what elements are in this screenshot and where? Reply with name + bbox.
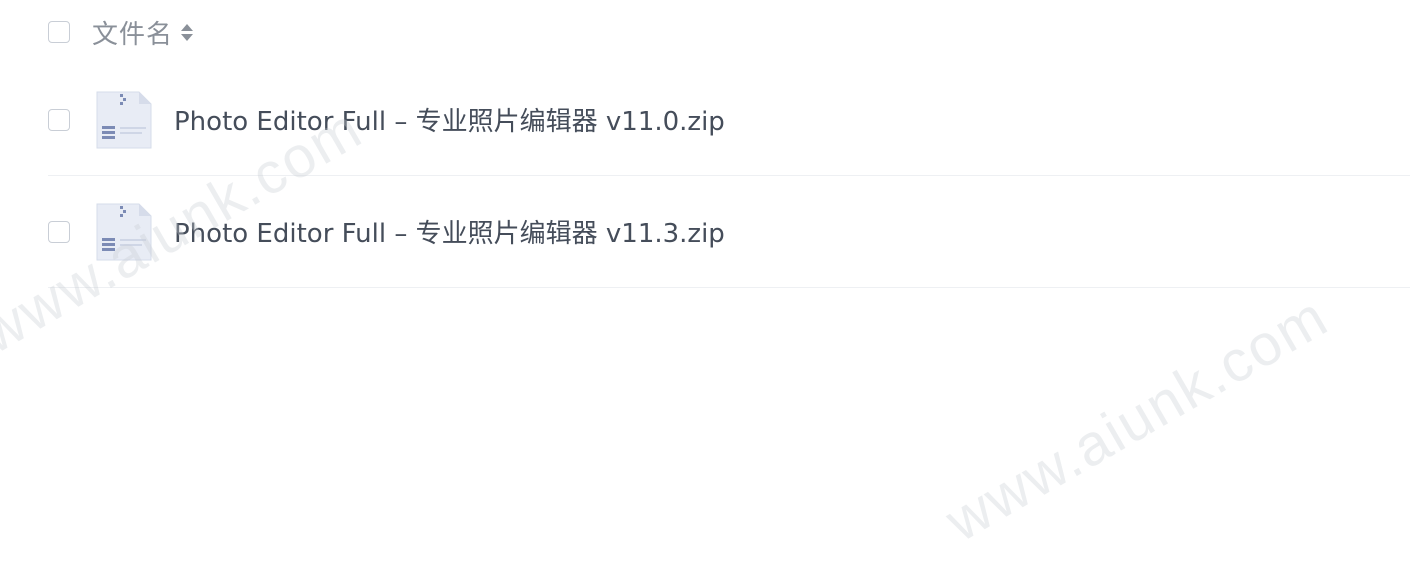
- zip-file-icon: [96, 203, 152, 260]
- file-row[interactable]: Photo Editor Full – 专业照片编辑器 v11.3.zip: [48, 176, 1410, 288]
- watermark-text: www.aiunk.com: [935, 283, 1339, 555]
- file-row[interactable]: Photo Editor Full – 专业照片编辑器 v11.0.zip: [48, 64, 1410, 176]
- select-all-checkbox[interactable]: [48, 21, 70, 43]
- file-checkbox[interactable]: [48, 220, 70, 243]
- file-name[interactable]: Photo Editor Full – 专业照片编辑器 v11.0.zip: [174, 101, 725, 138]
- sort-down-icon: [181, 33, 194, 41]
- list-header: 文件名: [48, 12, 1410, 52]
- file-list-page: 文件名 Photo Editor Full – 专业照片编辑器 v11.0.zi…: [0, 0, 1410, 588]
- sort-icon[interactable]: [181, 23, 194, 41]
- zip-file-icon: [96, 91, 152, 148]
- sort-up-icon: [181, 23, 194, 31]
- file-name[interactable]: Photo Editor Full – 专业照片编辑器 v11.3.zip: [174, 213, 725, 250]
- filename-column-label: 文件名: [92, 19, 174, 50]
- filename-column-header[interactable]: 文件名: [92, 14, 194, 51]
- file-checkbox[interactable]: [48, 108, 70, 131]
